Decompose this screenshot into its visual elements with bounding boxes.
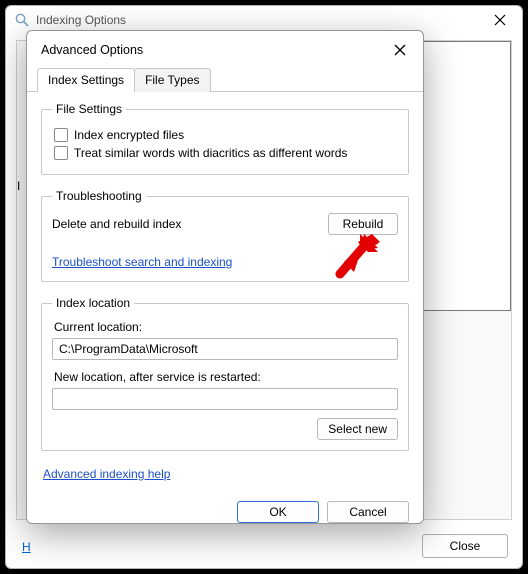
bg-close-icon[interactable] bbox=[482, 8, 518, 32]
diacritics-label: Treat similar words with diacritics as d… bbox=[74, 146, 347, 160]
select-new-button[interactable]: Select new bbox=[317, 418, 398, 440]
current-location-label: Current location: bbox=[54, 320, 398, 334]
close-button[interactable] bbox=[387, 39, 413, 61]
advanced-options-dialog: Advanced Options Index Settings File Typ… bbox=[26, 30, 424, 524]
troubleshooting-group: Troubleshooting Delete and rebuild index… bbox=[41, 189, 409, 282]
cancel-button[interactable]: Cancel bbox=[327, 501, 409, 523]
bg-help-link[interactable]: H bbox=[22, 540, 31, 554]
advanced-help-link[interactable]: Advanced indexing help bbox=[43, 467, 170, 481]
ok-button[interactable]: OK bbox=[237, 501, 319, 523]
tab-index-settings[interactable]: Index Settings bbox=[37, 68, 135, 92]
bg-label: I bbox=[17, 179, 20, 193]
diacritics-checkbox[interactable] bbox=[54, 146, 68, 160]
troubleshoot-link[interactable]: Troubleshoot search and indexing bbox=[52, 255, 232, 269]
file-settings-group: File Settings Index encrypted files Trea… bbox=[41, 102, 409, 175]
index-encrypted-label: Index encrypted files bbox=[74, 128, 184, 142]
new-location-field[interactable] bbox=[52, 388, 398, 410]
index-encrypted-checkbox[interactable] bbox=[54, 128, 68, 142]
current-location-field[interactable] bbox=[52, 338, 398, 360]
index-location-legend: Index location bbox=[52, 296, 134, 310]
search-icon bbox=[14, 12, 30, 28]
troubleshooting-legend: Troubleshooting bbox=[52, 189, 146, 203]
dialog-title: Advanced Options bbox=[41, 43, 143, 57]
index-location-group: Index location Current location: New loc… bbox=[41, 296, 409, 451]
rebuild-button[interactable]: Rebuild bbox=[328, 213, 398, 235]
tab-bar: Index Settings File Types bbox=[27, 67, 423, 92]
rebuild-label: Delete and rebuild index bbox=[52, 217, 181, 231]
bg-title-text: Indexing Options bbox=[36, 13, 126, 27]
tab-file-types[interactable]: File Types bbox=[134, 68, 210, 92]
file-settings-legend: File Settings bbox=[52, 102, 126, 116]
new-location-label: New location, after service is restarted… bbox=[54, 370, 398, 384]
bg-listbox[interactable] bbox=[411, 41, 511, 311]
bg-close-button[interactable]: Close bbox=[422, 534, 508, 558]
